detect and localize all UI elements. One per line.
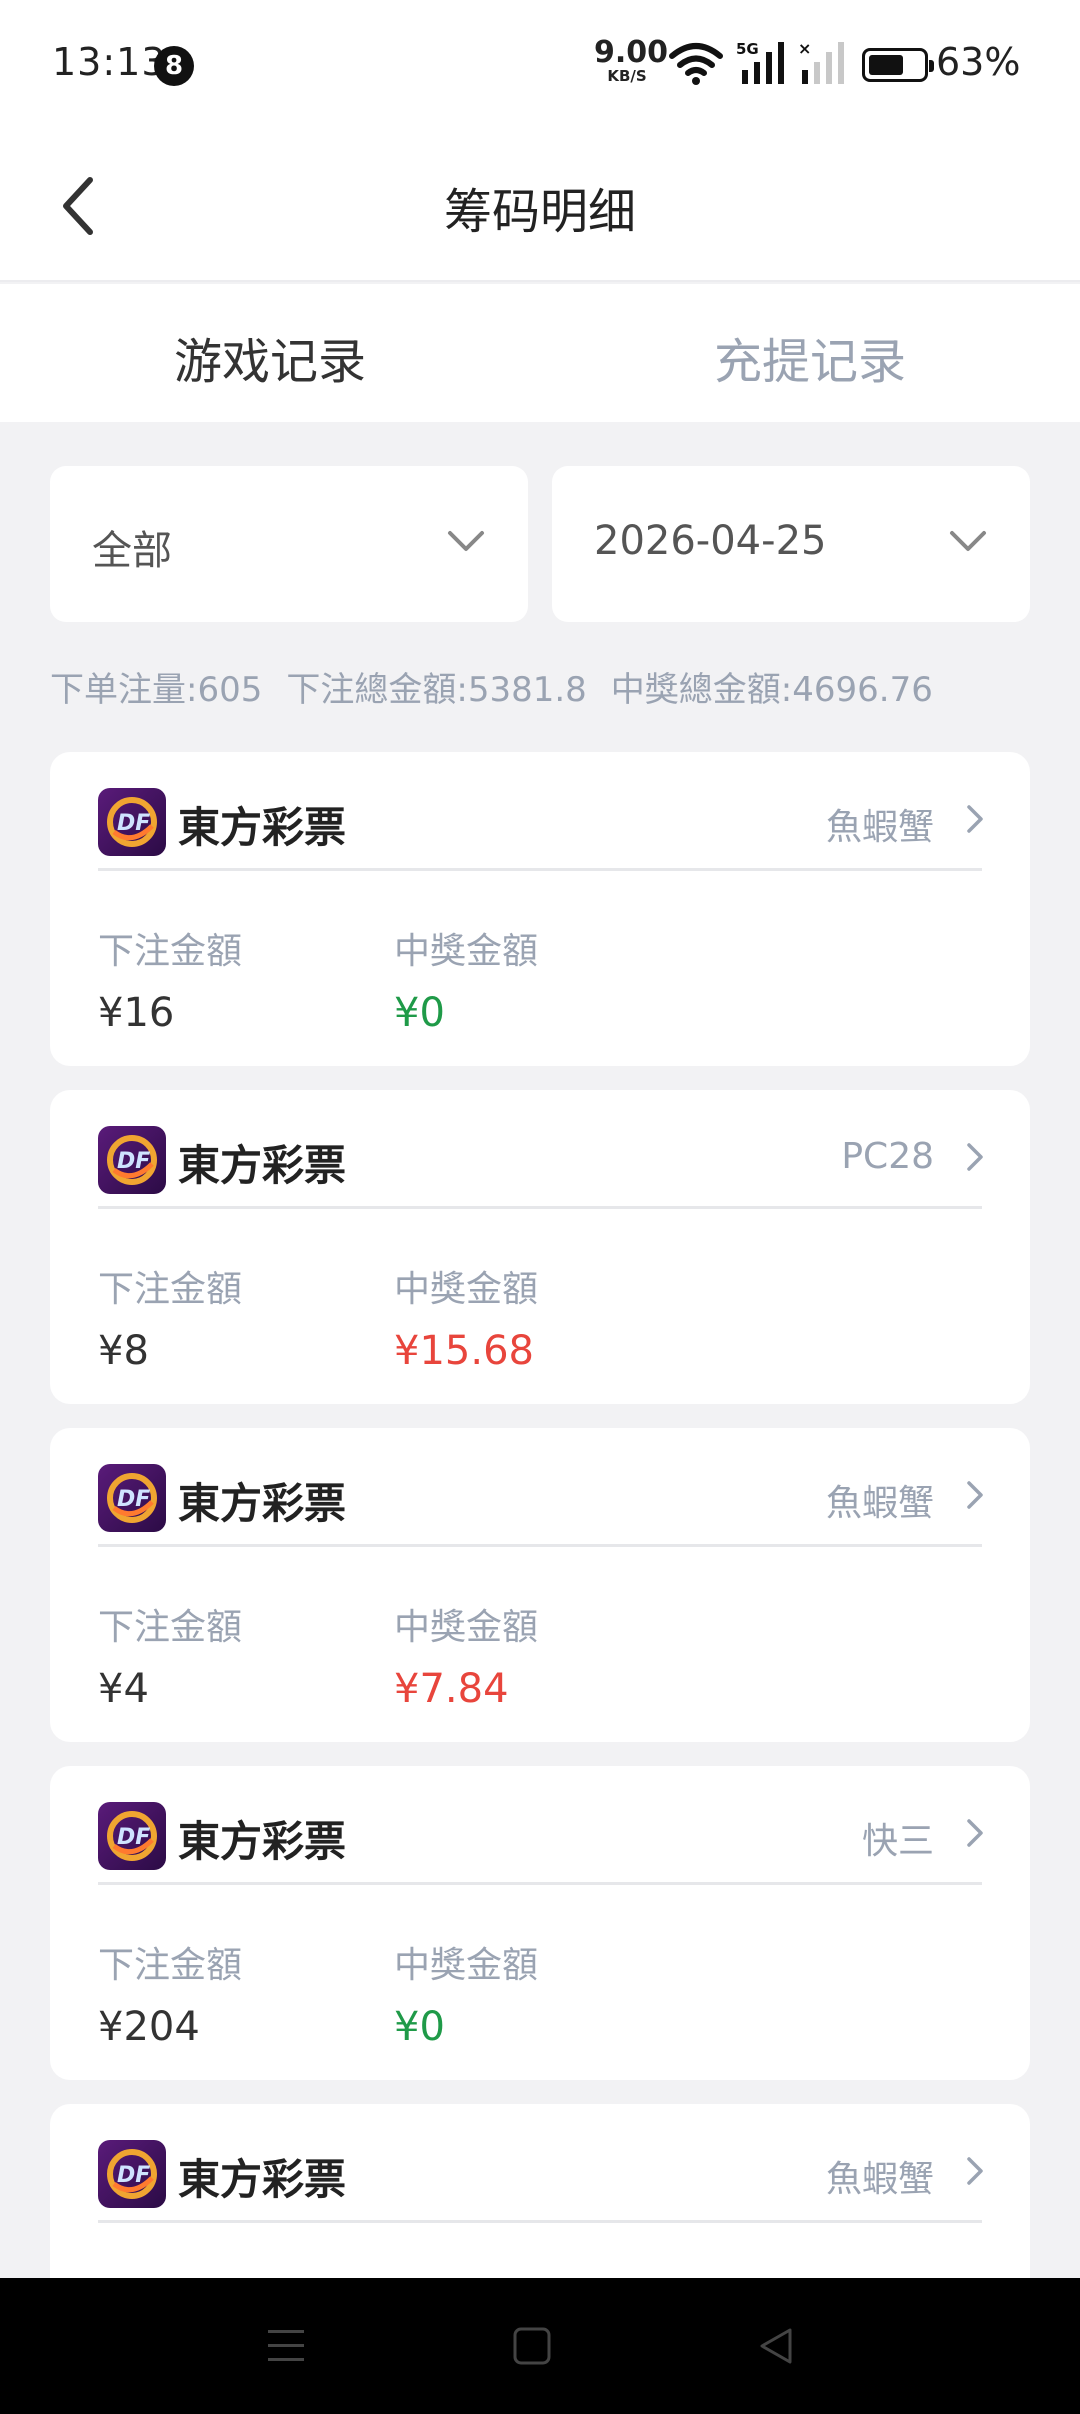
status-bar: 13:13 8 9.00 KB/S 5G × 63% bbox=[0, 0, 1080, 130]
platform-logo: DF bbox=[98, 1126, 166, 1194]
card-divider bbox=[98, 1206, 982, 1209]
card-divider bbox=[98, 868, 982, 871]
type-filter-dropdown[interactable]: 全部 bbox=[50, 466, 528, 622]
chevron-down-icon bbox=[448, 531, 484, 551]
card-divider bbox=[98, 2220, 982, 2223]
svg-text:×: × bbox=[798, 40, 811, 58]
net-speed-value: 9.00 bbox=[594, 35, 669, 70]
svg-text:5G: 5G bbox=[736, 40, 759, 58]
tab-deposit-withdraw-records[interactable]: 充提记录 bbox=[540, 322, 1080, 392]
wifi-icon bbox=[669, 43, 723, 85]
win-amount-label: 中獎金額 bbox=[394, 1945, 539, 1986]
battery-percent: 63% bbox=[936, 40, 1021, 84]
game-name[interactable]: 魚蝦蟹 bbox=[826, 1474, 934, 1526]
game-name[interactable]: 魚蝦蟹 bbox=[826, 2150, 934, 2202]
net-speed: 9.00 KB/S bbox=[594, 35, 669, 85]
bet-amount: ¥204 bbox=[98, 2004, 200, 2050]
page-title: 筹码明细 bbox=[443, 184, 636, 240]
bet-amount-label: 下注金額 bbox=[98, 1269, 243, 1310]
svg-text:DF: DF bbox=[117, 1825, 150, 1850]
battery-icon bbox=[862, 48, 934, 82]
tab-game-records[interactable]: 游戏记录 bbox=[0, 322, 540, 392]
df-lottery-logo-icon: DF bbox=[107, 2149, 157, 2199]
win-amount: ¥15.68 bbox=[394, 1328, 534, 1374]
win-amount: ¥7.84 bbox=[394, 1666, 509, 1712]
platform-name: 東方彩票 bbox=[178, 2155, 347, 2204]
df-lottery-logo-icon: DF bbox=[107, 1811, 157, 1861]
df-lottery-logo-icon: DF bbox=[107, 797, 157, 847]
order-count: 下单注量:605 bbox=[50, 670, 263, 710]
platform-logo: DF bbox=[98, 2140, 166, 2208]
tab-bar: 游戏记录 充提记录 bbox=[0, 284, 1080, 422]
chevron-right-icon bbox=[967, 805, 983, 833]
svg-text:DF: DF bbox=[117, 1149, 150, 1174]
signal-5g-icon: 5G bbox=[736, 40, 784, 84]
back-nav-icon[interactable] bbox=[756, 2324, 796, 2368]
bet-amount: ¥8 bbox=[98, 1328, 149, 1374]
svg-text:DF: DF bbox=[117, 2163, 150, 2188]
df-lottery-logo-icon: DF bbox=[107, 1135, 157, 1185]
platform-logo: DF bbox=[98, 1464, 166, 1532]
signal-no-service-icon: × bbox=[798, 40, 844, 84]
record-card[interactable]: DF 東方彩票 PC28 下注金額 中獎金額 ¥8 ¥15.68 bbox=[50, 1090, 1030, 1404]
win-amount-label: 中獎金額 bbox=[394, 931, 539, 972]
platform-name: 東方彩票 bbox=[178, 1141, 347, 1190]
record-card[interactable]: DF 東方彩票 快三下注金額 中獎金額 ¥204 ¥0 bbox=[50, 1766, 1030, 2080]
net-speed-unit: KB/S bbox=[607, 67, 647, 85]
win-amount-label: 中獎金額 bbox=[394, 1269, 539, 1310]
game-name[interactable]: PC28 bbox=[841, 1136, 934, 1177]
win-total: 中獎總金額:4696.76 bbox=[610, 670, 933, 710]
chevron-down-icon bbox=[950, 531, 986, 551]
win-amount: ¥0 bbox=[394, 2004, 445, 2050]
chevron-right-icon bbox=[967, 1819, 983, 1847]
menu-icon[interactable] bbox=[266, 2324, 306, 2368]
summary-line: 下单注量:605 下注總金額:5381.8 中獎總金額:4696.76 bbox=[50, 662, 957, 711]
platform-logo: DF bbox=[98, 1802, 166, 1870]
game-name[interactable]: 魚蝦蟹 bbox=[826, 798, 934, 850]
bet-amount: ¥16 bbox=[98, 990, 175, 1036]
platform-name: 東方彩票 bbox=[178, 803, 347, 852]
bet-amount: ¥4 bbox=[98, 1666, 149, 1712]
type-filter-value: 全部 bbox=[92, 528, 172, 574]
notification-badge: 8 bbox=[154, 46, 194, 86]
platform-logo: DF bbox=[98, 788, 166, 856]
home-icon[interactable] bbox=[512, 2324, 552, 2368]
svg-text:DF: DF bbox=[117, 811, 150, 836]
platform-name: 東方彩票 bbox=[178, 1479, 347, 1528]
record-card[interactable]: DF 東方彩票 魚蝦蟹下注金額 中獎金額 ¥16 ¥0 bbox=[50, 752, 1030, 1066]
game-name[interactable]: 快三 bbox=[862, 1812, 934, 1864]
card-divider bbox=[98, 1544, 982, 1547]
app-header: 筹码明细 bbox=[0, 130, 1080, 282]
date-filter-value: 2026-04-25 bbox=[594, 518, 827, 564]
status-time: 13:13 bbox=[52, 40, 167, 84]
system-nav-bar bbox=[0, 2278, 1080, 2414]
bet-amount-label: 下注金額 bbox=[98, 1945, 243, 1986]
df-lottery-logo-icon: DF bbox=[107, 1473, 157, 1523]
chevron-right-icon bbox=[967, 1481, 983, 1509]
record-card[interactable]: DF 東方彩票 魚蝦蟹下注金額 中獎金額 ¥4 ¥7.84 bbox=[50, 1428, 1030, 1742]
card-divider bbox=[98, 1882, 982, 1885]
bet-amount-label: 下注金額 bbox=[98, 931, 243, 972]
svg-text:DF: DF bbox=[117, 1487, 150, 1512]
win-amount-label: 中獎金額 bbox=[394, 1607, 539, 1648]
chevron-right-icon bbox=[967, 1143, 983, 1171]
bet-total: 下注總金額:5381.8 bbox=[286, 670, 587, 710]
platform-name: 東方彩票 bbox=[178, 1817, 347, 1866]
bet-amount-label: 下注金額 bbox=[98, 1607, 243, 1648]
date-filter-dropdown[interactable]: 2026-04-25 bbox=[552, 466, 1030, 622]
win-amount: ¥0 bbox=[394, 990, 445, 1036]
chevron-right-icon bbox=[967, 2157, 983, 2185]
